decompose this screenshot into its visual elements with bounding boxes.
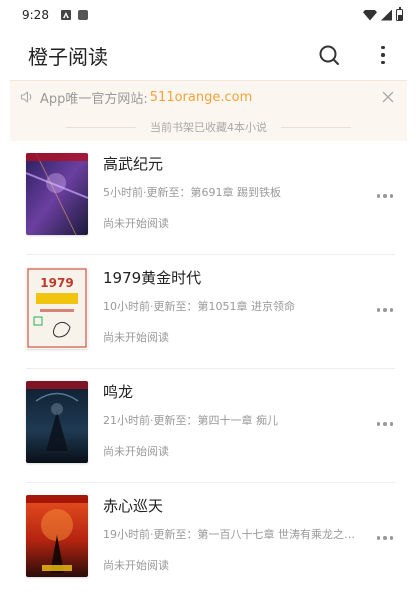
- app-title: 橙子阅读: [28, 44, 108, 69]
- book-update-info: 21小时前·更新至：第四十一章 痴儿: [103, 414, 278, 427]
- book-update-info: 19小时前·更新至：第一百八十七章 世涛有乘龙之遇，…: [103, 528, 363, 541]
- notice-panel: App唯一官方网站: 511orange.com 当前书架已收藏4本小说: [10, 80, 407, 141]
- book-meta: 鸣龙 21小时前·更新至：第四十一章 痴儿 尚未开始阅读: [103, 381, 395, 459]
- book-more-button[interactable]: [375, 530, 396, 546]
- notice-text: App唯一官方网站:: [40, 91, 148, 107]
- book-more-button[interactable]: [375, 188, 396, 204]
- notice-close-button[interactable]: [379, 88, 397, 106]
- book-update-info: 5小时前·更新至：第691章 踢到铁板: [103, 186, 281, 199]
- book-meta: 高武纪元 5小时前·更新至：第691章 踢到铁板 尚未开始阅读: [103, 153, 395, 231]
- square-notification-icon: [77, 10, 88, 20]
- book-list: 高武纪元 5小时前·更新至：第691章 踢到铁板 尚未开始阅读 1979 197…: [0, 141, 417, 597]
- app-header: 橙子阅读: [0, 30, 417, 80]
- book-read-status: 尚未开始阅读: [103, 217, 169, 230]
- book-read-status: 尚未开始阅读: [103, 445, 169, 458]
- book-meta: 赤心巡天 19小时前·更新至：第一百八十七章 世涛有乘龙之遇，… 尚未开始阅读: [103, 495, 395, 573]
- book-read-status: 尚未开始阅读: [103, 559, 169, 572]
- book-cover: [26, 153, 88, 235]
- book-item[interactable]: 高武纪元 5小时前·更新至：第691章 踢到铁板 尚未开始阅读: [26, 141, 395, 255]
- status-bar: 9:28: [0, 0, 417, 30]
- search-icon: [319, 45, 339, 65]
- book-meta: 1979黄金时代 10小时前·更新至：第1051章 进京领命 尚未开始阅读: [103, 267, 395, 345]
- shelf-summary: 当前书架已收藏4本小说: [10, 113, 407, 141]
- more-menu-button[interactable]: [369, 41, 397, 69]
- book-item[interactable]: 1979 1979黄金时代 10小时前·更新至：第1051章 进京领命 尚未开始…: [26, 255, 395, 369]
- shelf-summary-text: 当前书架已收藏4本小说: [150, 121, 267, 134]
- divider: [281, 126, 351, 128]
- book-item[interactable]: 鸣龙 21小时前·更新至：第四十一章 痴儿 尚未开始阅读: [26, 369, 395, 483]
- book-cover: [26, 495, 88, 577]
- book-title: 鸣龙: [103, 383, 134, 401]
- battery-icon: [396, 6, 403, 21]
- book-more-button[interactable]: [375, 302, 396, 318]
- status-time: 9:28: [22, 8, 49, 22]
- notice-bar: App唯一官方网站: 511orange.com: [10, 81, 407, 113]
- book-cover: 1979: [26, 267, 88, 349]
- speaker-icon: [20, 90, 34, 104]
- close-icon: [382, 91, 394, 103]
- wifi-icon: [363, 9, 377, 21]
- book-more-button[interactable]: [375, 416, 396, 432]
- book-read-status: 尚未开始阅读: [103, 331, 169, 344]
- book-title: 1979黄金时代: [103, 269, 202, 287]
- header-actions: [315, 41, 397, 69]
- more-vert-icon: [381, 45, 385, 65]
- cellular-icon: [381, 9, 392, 21]
- svg-text:1979: 1979: [40, 276, 73, 290]
- book-item[interactable]: 赤心巡天 19小时前·更新至：第一百八十七章 世涛有乘龙之遇，… 尚未开始阅读: [26, 483, 395, 597]
- book-title: 赤心巡天: [103, 497, 164, 515]
- system-indicators: [363, 6, 403, 21]
- book-title: 高武纪元: [103, 155, 164, 173]
- divider: [66, 126, 136, 128]
- official-site-link[interactable]: 511orange.com: [150, 90, 252, 105]
- book-cover: [26, 381, 88, 463]
- book-update-info: 10小时前·更新至：第1051章 进京领命: [103, 300, 295, 313]
- a-notification-icon: [60, 10, 71, 20]
- search-button[interactable]: [315, 41, 343, 69]
